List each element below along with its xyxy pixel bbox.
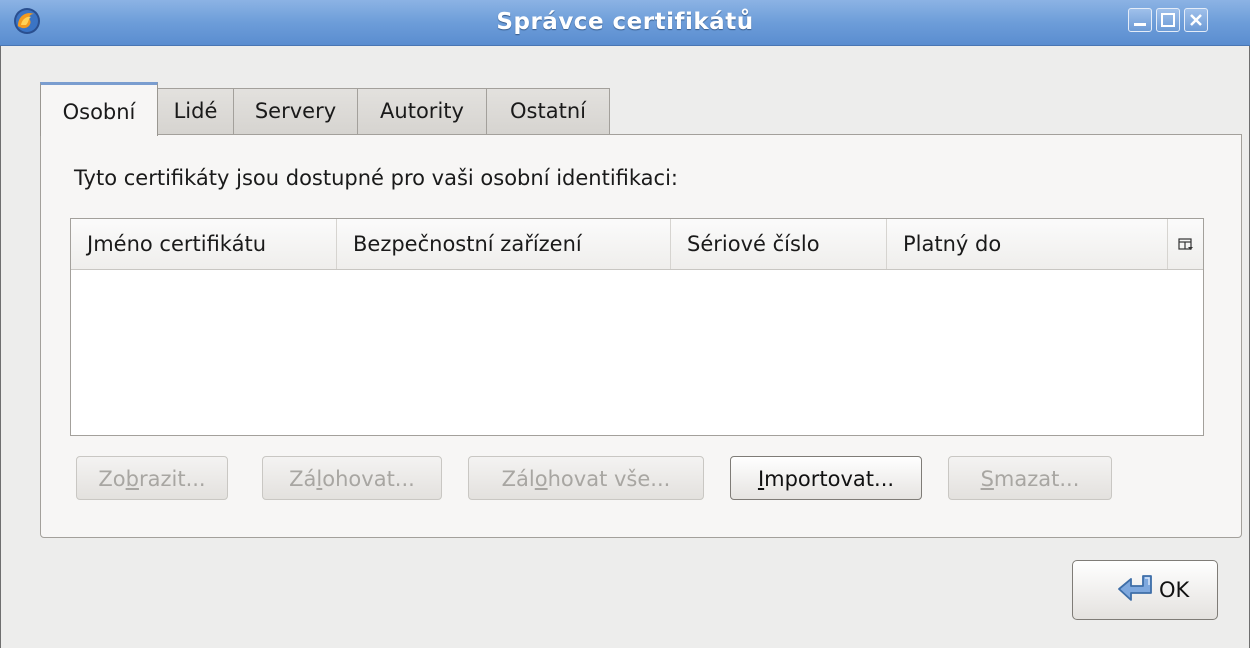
column-header-expires[interactable]: Platný do — [887, 219, 1167, 269]
column-header-serial[interactable]: Sériové číslo — [671, 219, 887, 269]
backup-all-button[interactable]: Zálohovat vše... — [468, 456, 704, 500]
column-picker-icon — [1177, 237, 1193, 250]
column-picker-button[interactable] — [1167, 219, 1203, 269]
close-icon — [1190, 14, 1202, 26]
tab-ostatni[interactable]: Ostatní — [486, 88, 610, 134]
maximize-icon — [1161, 13, 1175, 27]
panel-description: Tyto certifikáty jsou dostupné pro vaši … — [74, 166, 679, 190]
close-button[interactable] — [1184, 8, 1208, 32]
ok-button[interactable]: OK — [1072, 560, 1218, 620]
maximize-button[interactable] — [1156, 8, 1180, 32]
column-header-device[interactable]: Bezpečnostní zařízení — [337, 219, 671, 269]
tab-lide[interactable]: Lidé — [157, 88, 234, 134]
certificate-list[interactable]: Jméno certifikátu Bezpečnostní zařízení … — [70, 218, 1204, 436]
tab-servery[interactable]: Servery — [233, 88, 358, 134]
list-header: Jméno certifikátu Bezpečnostní zařízení … — [71, 219, 1203, 270]
tab-osobni[interactable]: Osobní — [40, 82, 158, 136]
return-arrow-icon — [1118, 575, 1152, 601]
title-bar[interactable]: Správce certifikátů — [0, 0, 1250, 46]
backup-button[interactable]: Zálohovat... — [262, 456, 442, 500]
import-button[interactable]: Importovat... — [730, 456, 922, 500]
view-button[interactable]: Zobrazit... — [76, 456, 228, 500]
ok-label: OK — [1159, 578, 1190, 602]
column-header-name[interactable]: Jméno certifikátu — [71, 219, 337, 269]
minimize-button[interactable] — [1128, 8, 1152, 32]
tab-autority[interactable]: Autority — [357, 88, 487, 134]
minimize-icon — [1134, 23, 1146, 26]
delete-button[interactable]: Smazat... — [948, 456, 1112, 500]
window-title: Správce certifikátů — [496, 9, 754, 35]
